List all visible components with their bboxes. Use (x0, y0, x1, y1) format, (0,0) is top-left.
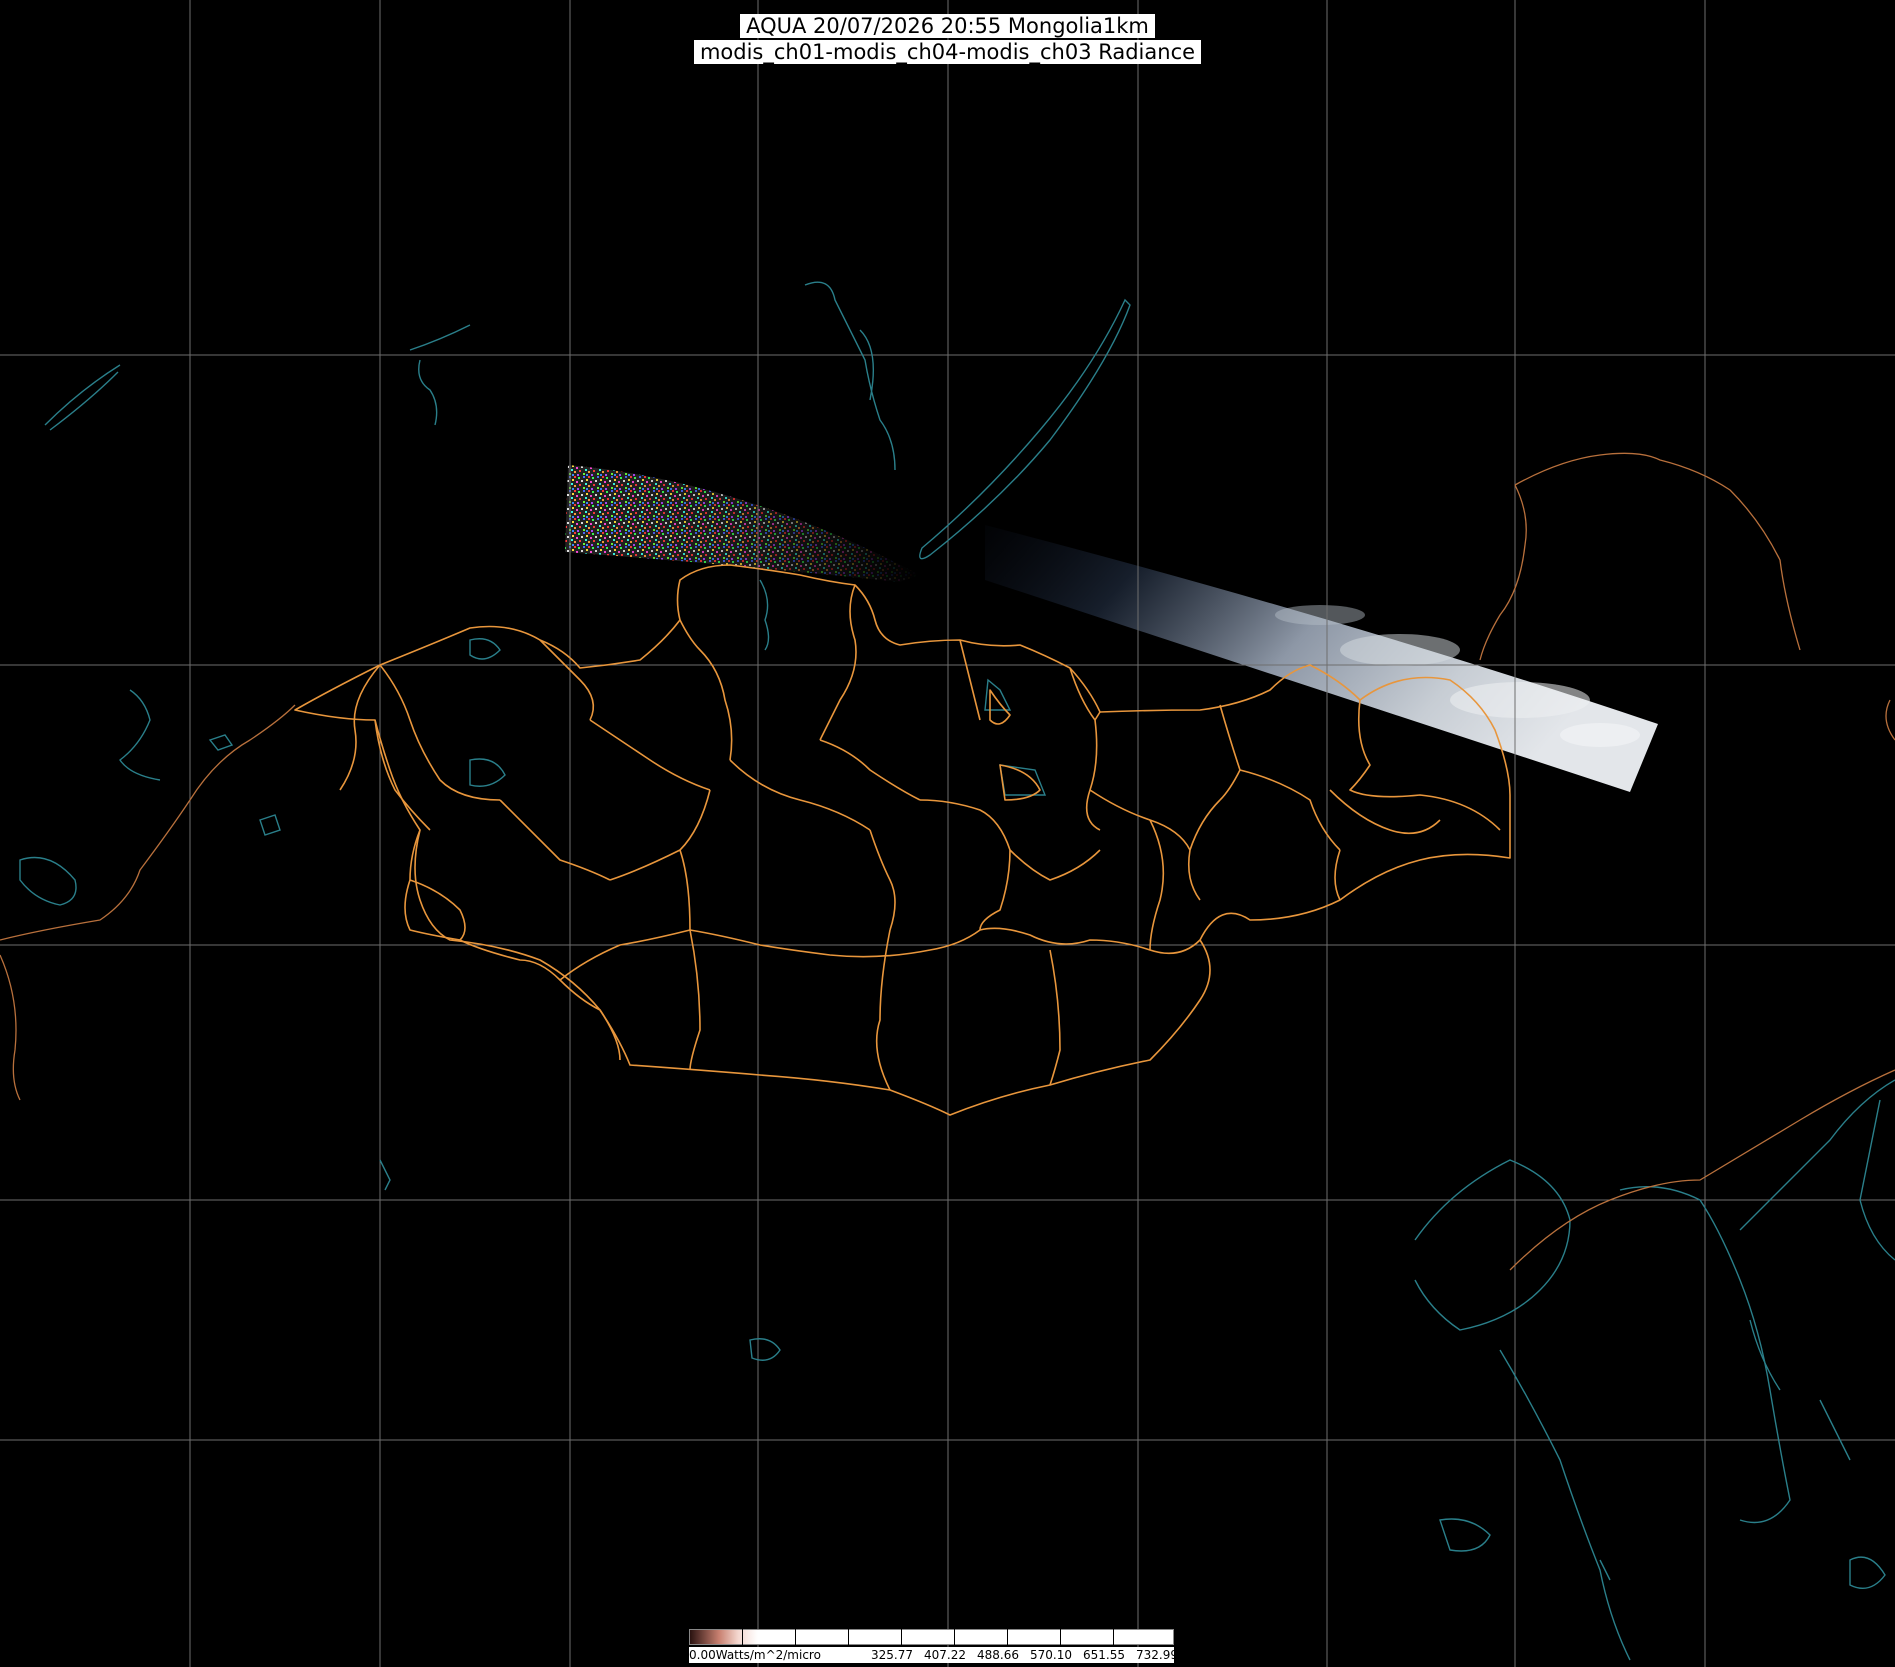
colorbar-tick-label: 325.77 (871, 1648, 913, 1662)
colorbar-tick (795, 1629, 796, 1645)
colorbar-tick (901, 1629, 902, 1645)
colorbar-tick (1113, 1629, 1114, 1645)
colorbar-tick-label: 570.10 (1030, 1648, 1072, 1662)
colorbar-tick-label: 651.55 (1083, 1648, 1125, 1662)
colorbar-unit-label: 0.00Watts/m^2/micro (689, 1648, 821, 1662)
colorbar-tick-label: 407.22 (924, 1648, 966, 1662)
colorbar-tick-label: 732.99 (1136, 1648, 1178, 1662)
colorbar-tick-label: 488.66 (977, 1648, 1019, 1662)
colorbar-tick (1060, 1629, 1061, 1645)
colorbar-labels: 0.00Watts/m^2/micro 325.77 407.22 488.66… (689, 1647, 1178, 1663)
colorbar-tick (1007, 1629, 1008, 1645)
colorbar-tick (954, 1629, 955, 1645)
colorbar-tick (848, 1629, 849, 1645)
satellite-map (0, 0, 1895, 1667)
colorbar-tick (742, 1629, 743, 1645)
colorbar-legend: 0.00Watts/m^2/micro 325.77 407.22 488.66… (689, 1627, 1178, 1667)
colorbar-gradient (689, 1629, 1174, 1645)
